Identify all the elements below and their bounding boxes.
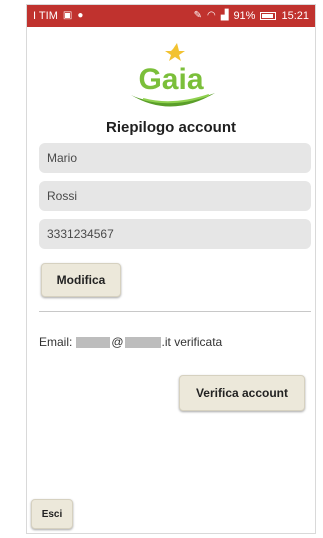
carrier-label: I TIM: [33, 10, 58, 22]
divider: [39, 311, 311, 312]
email-user-redacted: [76, 336, 111, 348]
email-prefix: Email:: [39, 335, 73, 349]
page-title: Riepilogo account: [105, 119, 236, 136]
logo-text: Gaia: [138, 63, 203, 96]
battery-icon: [260, 12, 277, 20]
status-right: ✎ ◠ ▟ 91% 15:21: [194, 10, 309, 22]
battery-percent: 91%: [233, 10, 256, 22]
location-icon: ●: [77, 10, 84, 21]
wifi-icon: ◠: [207, 10, 216, 21]
clock: 15:21: [281, 10, 309, 22]
exit-button[interactable]: Esci: [31, 499, 73, 529]
email-at: @: [111, 335, 124, 349]
nfc-icon: ✎: [193, 10, 202, 21]
signal-icon: ▟: [220, 10, 229, 21]
gallery-icon: ▣: [62, 10, 73, 21]
edit-button[interactable]: Modifica: [41, 263, 121, 297]
app-screen: I TIM ▣ ● ✎ ◠ ▟ 91% 15:21 Gaia Riepilogo…: [26, 4, 316, 534]
status-bar: I TIM ▣ ● ✎ ◠ ▟ 91% 15:21: [27, 5, 315, 27]
email-suffix: .it verificata: [161, 335, 223, 349]
app-logo: Gaia: [27, 43, 315, 115]
email-domain-redacted: [124, 336, 161, 348]
verify-account-button[interactable]: Verifica account: [179, 375, 305, 411]
status-left: I TIM ▣ ●: [33, 10, 83, 22]
first-name-field[interactable]: Mario: [39, 143, 311, 173]
email-status: Email: @ .it verificata: [39, 335, 222, 349]
gaia-logo-icon: Gaia: [131, 43, 215, 107]
last-name-field[interactable]: Rossi: [39, 181, 311, 211]
phone-field[interactable]: 3331234567: [39, 219, 311, 249]
